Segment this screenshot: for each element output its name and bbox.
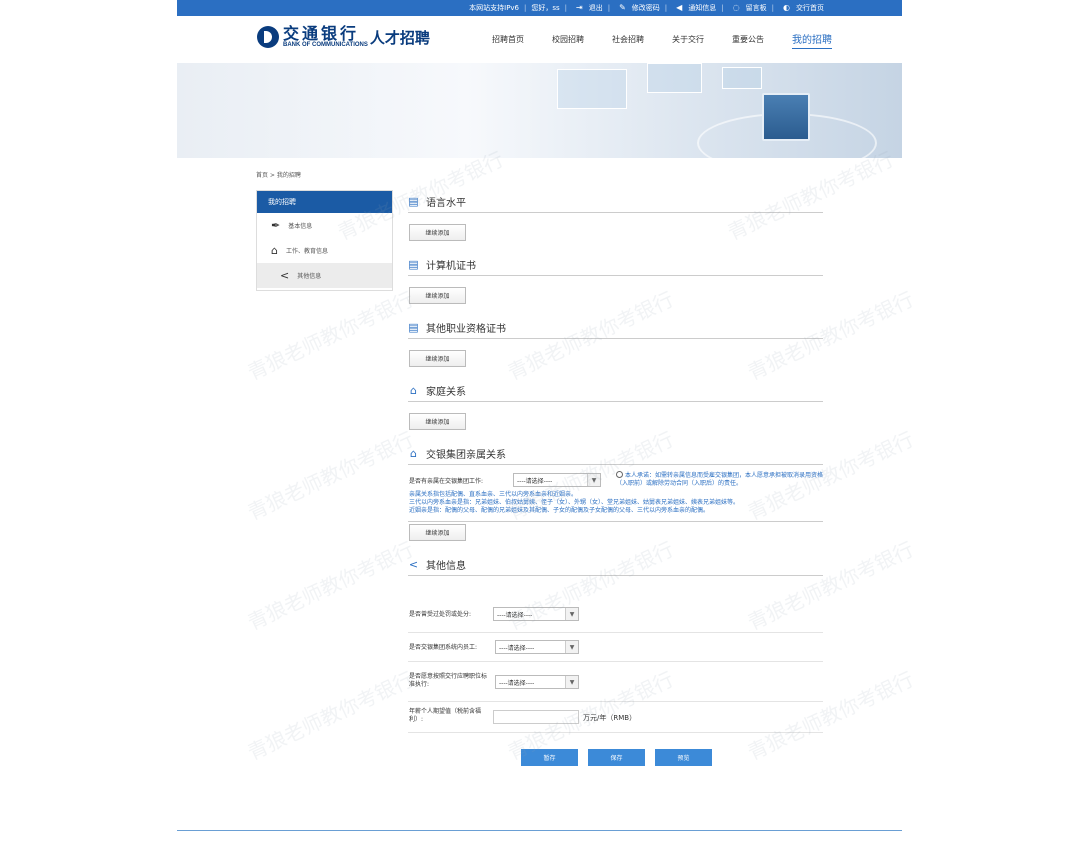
save-button[interactable]: 保存	[588, 749, 645, 766]
obey-standard-row: 是否愿意按照交行应聘职位标准执行: ----请选择---- ▼	[408, 662, 823, 702]
punished-label: 是否曾受过处罚或处分:	[409, 611, 472, 618]
salary-row: 年薪个人期望值（税前含福利）: 万元/年（RMB）	[408, 702, 823, 733]
obey-standard-select[interactable]: ----请选择---- ▼	[495, 675, 579, 689]
edit-house-icon: ⌂	[271, 244, 278, 257]
brand-subtitle: 人才招聘	[369, 28, 430, 47]
section-vocational: ▤ 其他职业资格证书	[408, 316, 823, 339]
promise-radio[interactable]	[616, 471, 623, 478]
notices-link[interactable]: ◀ 通知信息	[672, 3, 716, 13]
nav-announcements[interactable]: 重要公告	[732, 34, 764, 49]
banner-panel	[557, 69, 627, 109]
salary-label: 年薪个人期望值（税前含福利）:	[409, 708, 482, 723]
wrench-icon: ✎	[619, 3, 626, 12]
punished-row: 是否曾受过处罚或处分: ----请选择---- ▼	[408, 595, 823, 633]
watermark: 青狼老师教你考银行	[243, 426, 418, 525]
promise-text: 本人承诺：如需转亲属信息而受雇交银集团，本人愿意承担被取消录用资格（入职前）或解…	[616, 471, 824, 487]
preview-button[interactable]: 预览	[655, 749, 712, 766]
group-family-select[interactable]: ----请选择---- ▼	[513, 473, 601, 487]
watermark: 青狼老师教你考银行	[243, 666, 418, 765]
chevron-down-icon: ▼	[587, 474, 600, 486]
employee-row: 是否交银集团系统内员工: ----请选择---- ▼	[408, 633, 823, 662]
sidebar-item-basic-info[interactable]: ✒ 基本信息	[257, 213, 392, 238]
header: 交通银行 BANK OF COMMUNICATIONS 人才招聘 招聘首页 校园…	[177, 16, 902, 63]
section-other: < 其他信息	[408, 553, 823, 576]
share-icon: <	[408, 557, 419, 571]
group-family-question: 是否有亲属在交银集团工作:	[409, 478, 484, 485]
chevron-down-icon: ▼	[565, 676, 578, 688]
nav-my-recruit[interactable]: 我的招聘	[792, 31, 832, 49]
section-group-family: ⌂ 交银集团亲属关系	[408, 442, 823, 465]
section-language: ▤ 语言水平	[408, 190, 823, 213]
message-board-link[interactable]: ◌ 留言板	[729, 3, 767, 13]
add-computer-cert-button[interactable]: 继续添加	[409, 287, 466, 304]
nav-recruit-home[interactable]: 招聘首页	[492, 34, 524, 49]
nav-social-recruit[interactable]: 社会招聘	[612, 34, 644, 49]
main-nav: 招聘首页 校园招聘 社会招聘 关于交行 重要公告 我的招聘	[492, 34, 860, 49]
salary-input[interactable]	[493, 710, 579, 724]
employee-label: 是否交银集团系统内员工:	[409, 644, 478, 651]
section-computer: ▤ 计算机证书	[408, 253, 823, 276]
top-utility-bar: 本网站支持IPv6 | 您好，ss | ⇥ 退出 | ✎ 修改密码 | ◀ 通知信息 …	[177, 0, 902, 16]
form-actions: 暂存 保存 预览	[521, 749, 722, 766]
bank-logo[interactable]: 交通银行 BANK OF COMMUNICATIONS 人才招聘	[257, 26, 430, 48]
logout-link[interactable]: ⇥ 退出	[572, 3, 603, 13]
bank-logo-icon: ◐	[783, 3, 790, 12]
page: 本网站支持IPv6 | 您好，ss | ⇥ 退出 | ✎ 修改密码 | ◀ 通知信息 …	[0, 0, 1080, 845]
hero-banner	[177, 63, 902, 158]
footer-divider	[177, 830, 902, 831]
sidebar-header: 我的招聘	[257, 191, 392, 213]
watermark: 青狼老师教你考银行	[243, 536, 418, 635]
nav-campus-recruit[interactable]: 校园招聘	[552, 34, 584, 49]
sidebar-item-work-education[interactable]: ⌂ 工作、教育信息	[257, 238, 392, 263]
add-vocational-cert-button[interactable]: 继续添加	[409, 350, 466, 367]
banner-panel	[722, 67, 762, 89]
home-icon: ⌂	[410, 446, 417, 460]
divider	[408, 521, 823, 522]
laptop-image	[762, 93, 810, 141]
add-group-family-button[interactable]: 继续添加	[409, 524, 466, 541]
chevron-down-icon: ▼	[565, 641, 578, 653]
employee-select[interactable]: ----请选择---- ▼	[495, 640, 579, 654]
chevron-down-icon: ▼	[565, 608, 578, 620]
sidebar-item-other-info[interactable]: < 其他信息	[257, 263, 392, 288]
document-icon: ▤	[408, 194, 419, 208]
pen-icon: ✒	[271, 219, 281, 232]
nav-about[interactable]: 关于交行	[672, 34, 704, 49]
document-icon: ▤	[408, 320, 419, 334]
watermark: 青狼老师教你考银行	[243, 286, 418, 385]
home-icon: ⌂	[410, 383, 417, 397]
punished-select[interactable]: ----请选择---- ▼	[493, 607, 579, 621]
section-family: ⌂ 家庭关系	[408, 379, 823, 402]
brand-name-cn: 交通银行	[283, 24, 360, 43]
greeting: 您好，ss	[531, 4, 560, 12]
breadcrumb: 首页 > 我的招聘	[256, 172, 301, 179]
change-password-link[interactable]: ✎ 修改密码	[615, 3, 660, 13]
bank-emblem-icon	[257, 26, 279, 48]
chat-icon: ◌	[732, 3, 740, 12]
share-icon: <	[280, 269, 290, 282]
bank-home-link[interactable]: ◐ 交行首页	[779, 3, 824, 13]
logout-icon: ⇥	[576, 3, 583, 12]
add-family-button[interactable]: 继续添加	[409, 413, 466, 430]
draft-button[interactable]: 暂存	[521, 749, 578, 766]
salary-unit: 万元/年（RMB）	[583, 714, 637, 722]
ipv6-notice: 本网站支持IPv6	[469, 4, 520, 12]
document-icon: ▤	[408, 257, 419, 271]
speaker-icon: ◀	[676, 3, 683, 12]
banner-panel	[647, 63, 702, 93]
sidebar: 我的招聘 ✒ 基本信息 ⌂ 工作、教育信息 < 其他信息	[256, 190, 393, 291]
brand-name-en: BANK OF COMMUNICATIONS	[283, 42, 368, 48]
kinship-note: 亲属关系指包括配偶、直系血亲、三代以内旁系血亲和近姻亲。 三代以内旁系血亲是指：…	[409, 491, 740, 514]
obey-standard-label: 是否愿意按照交行应聘职位标准执行:	[409, 673, 488, 688]
add-language-button[interactable]: 继续添加	[409, 224, 466, 241]
